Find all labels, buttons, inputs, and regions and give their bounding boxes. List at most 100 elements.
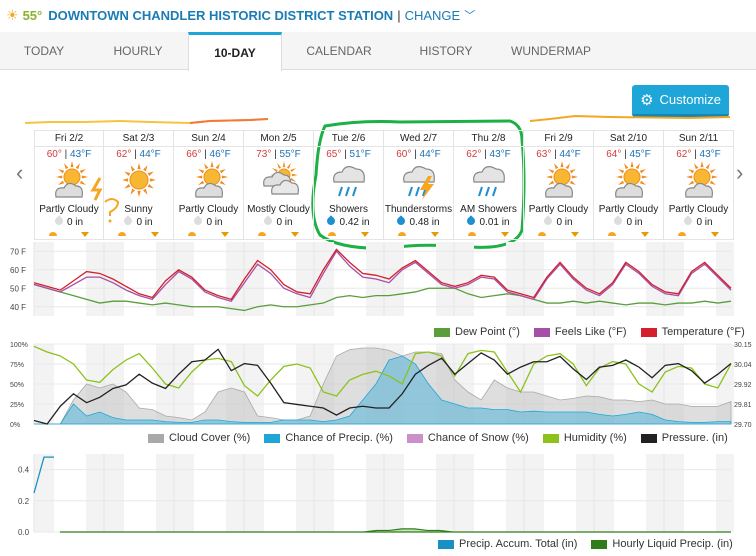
day-condition: Partly Cloudy	[598, 204, 659, 215]
day-card[interactable]: Sun 2/11 62° | 43°F Partly Cloudy 0 in	[664, 130, 734, 240]
high-temp: 60°	[46, 149, 62, 160]
y-tick-label: 0.2	[18, 497, 30, 506]
precip-amount: 0.42 in	[339, 217, 370, 228]
high-temp: 63°	[536, 149, 552, 160]
raindrop-icon	[122, 215, 135, 227]
legend-swatch	[264, 433, 281, 443]
legend-item[interactable]: Cloud Cover (%)	[148, 432, 250, 444]
day-hi-lo: 65° | 51°F	[326, 149, 371, 160]
sunset-icon	[641, 232, 649, 237]
legend-item[interactable]: Humidity (%)	[542, 432, 627, 444]
legend-label: Pressure. (in)	[661, 432, 728, 444]
y-tick-label: 0.0	[18, 528, 30, 535]
day-precip: 0.48 in	[384, 215, 453, 228]
precip-amount: 0 in	[626, 217, 643, 228]
day-card[interactable]: Sun 2/4 66° | 46°F Partly Cloudy 0 in	[174, 130, 244, 240]
day-condition: Partly Cloudy	[39, 204, 99, 215]
sunrise-icon	[608, 232, 616, 236]
day-card[interactable]: Tue 2/6 65° | 51°F Showers 0.42 in	[314, 130, 384, 240]
legend-item[interactable]: Feels Like (°F)	[533, 326, 627, 338]
legend-swatch	[434, 327, 450, 337]
day-precip: 0.01 in	[454, 215, 523, 228]
low-temp: 44°F	[139, 149, 161, 160]
legend-swatch	[533, 327, 550, 337]
precip-amount: 0 in	[66, 217, 84, 228]
legend-item[interactable]: Temperature (°F)	[640, 326, 745, 338]
legend-swatch	[542, 433, 559, 443]
day-card[interactable]: Fri 2/9 63° | 44°F Partly Cloudy 0 in	[524, 130, 594, 240]
raindrop-icon	[53, 215, 65, 227]
low-temp: 43°F	[489, 149, 511, 160]
sunrise-icon	[328, 232, 336, 236]
y-tick-right: 29.92	[734, 382, 752, 389]
day-condition: Partly Cloudy	[528, 204, 589, 215]
precip-amount: 0 in	[206, 217, 223, 228]
thunderstorms-icon	[384, 160, 453, 204]
day-card[interactable]: Mon 2/5 73° | 55°F Mostly Cloudy 0 in	[244, 130, 314, 240]
humidity-legend: Cloud Cover (%) Chance of Precip. (%) Chan…	[134, 432, 728, 444]
legend-item[interactable]: Chance of Snow (%)	[406, 432, 529, 444]
precip-amount: 0 in	[136, 217, 153, 228]
partly-cloudy-icon	[664, 160, 733, 204]
legend-label: Hourly Liquid Precip. (in)	[612, 538, 733, 550]
sunrise-icon	[538, 232, 546, 236]
day-hi-lo: 62° | 43°F	[676, 149, 721, 160]
legend-item[interactable]: Hourly Liquid Precip. (in)	[591, 538, 733, 550]
y-tick-label: 0.4	[18, 466, 30, 475]
day-date: Sat 2/3	[104, 131, 173, 147]
precip-amount: 0 in	[696, 217, 713, 228]
high-temp: 73°	[256, 149, 272, 160]
day-card[interactable]: Wed 2/7 60° | 44°F Thunderstorms 0.48 in	[384, 130, 454, 240]
legend-item[interactable]: Dew Point (°)	[434, 326, 520, 338]
high-temp: 60°	[396, 149, 412, 160]
day-condition: Thunderstorms	[384, 204, 453, 215]
sunrise-icon	[49, 232, 57, 236]
raindrop-icon	[465, 215, 478, 227]
legend-item[interactable]: Pressure. (in)	[640, 432, 728, 444]
prev-arrow-icon[interactable]: ‹	[16, 160, 23, 186]
sunset-icon	[711, 232, 719, 237]
day-card[interactable]: Thu 2/8 62° | 43°F AM Showers 0.01 in	[454, 130, 524, 240]
raindrop-icon	[325, 215, 338, 227]
precip-amount: 0.01 in	[479, 217, 510, 228]
precip-amount: 0 in	[276, 217, 293, 228]
day-date: Mon 2/5	[244, 131, 313, 147]
day-condition: Sunny	[124, 204, 153, 215]
y-tick-left: 75%	[10, 362, 24, 369]
precip-amount: 0 in	[556, 217, 573, 228]
raindrop-icon	[542, 215, 555, 227]
legend-swatch	[591, 539, 608, 549]
partly-cloudy-icon	[174, 160, 243, 204]
sunset-icon	[221, 232, 229, 237]
day-condition: Partly Cloudy	[668, 204, 729, 215]
y-tick-right: 29.81	[734, 402, 752, 409]
low-temp: 46°F	[209, 149, 231, 160]
legend-label: Temperature (°F)	[661, 326, 745, 338]
day-condition: Partly Cloudy	[178, 204, 239, 215]
day-card[interactable]: Fri 2/2 60° | 43°F Partly Cloudy 0 in	[34, 130, 104, 240]
day-card[interactable]: Sat 2/10 64° | 45°F Partly Cloudy 0 in	[594, 130, 664, 240]
raindrop-icon	[395, 215, 408, 227]
temperature-legend: Dew Point (°) Feels Like (°F) Temperature …	[420, 326, 745, 338]
day-precip: 0 in	[174, 215, 243, 228]
day-precip: 0 in	[664, 215, 733, 228]
legend-label: Dew Point (°)	[455, 326, 520, 338]
annotation-stroke-right	[529, 114, 731, 122]
y-tick-left: 25%	[10, 402, 24, 409]
low-temp: 55°F	[279, 149, 301, 160]
day-date: Sun 2/11	[664, 131, 733, 147]
partly-cloudy-icon	[35, 160, 103, 204]
precip-legend: Precip. Accum. Total (in) Hourly Liquid P…	[424, 538, 733, 550]
day-condition: Showers	[329, 204, 368, 215]
raindrop-icon	[262, 215, 275, 227]
day-precip: 0 in	[524, 215, 593, 228]
next-arrow-icon[interactable]: ›	[736, 160, 743, 186]
legend-label: Precip. Accum. Total (in)	[459, 538, 578, 550]
legend-label: Chance of Snow (%)	[427, 432, 529, 444]
day-hi-lo: 62° | 43°F	[466, 149, 511, 160]
legend-item[interactable]: Chance of Precip. (%)	[264, 432, 393, 444]
low-temp: 51°F	[349, 149, 371, 160]
legend-item[interactable]: Precip. Accum. Total (in)	[438, 538, 577, 550]
low-temp: 43°F	[699, 149, 721, 160]
day-card[interactable]: Sat 2/3 62° | 44°F Sunny 0 in	[104, 130, 174, 240]
